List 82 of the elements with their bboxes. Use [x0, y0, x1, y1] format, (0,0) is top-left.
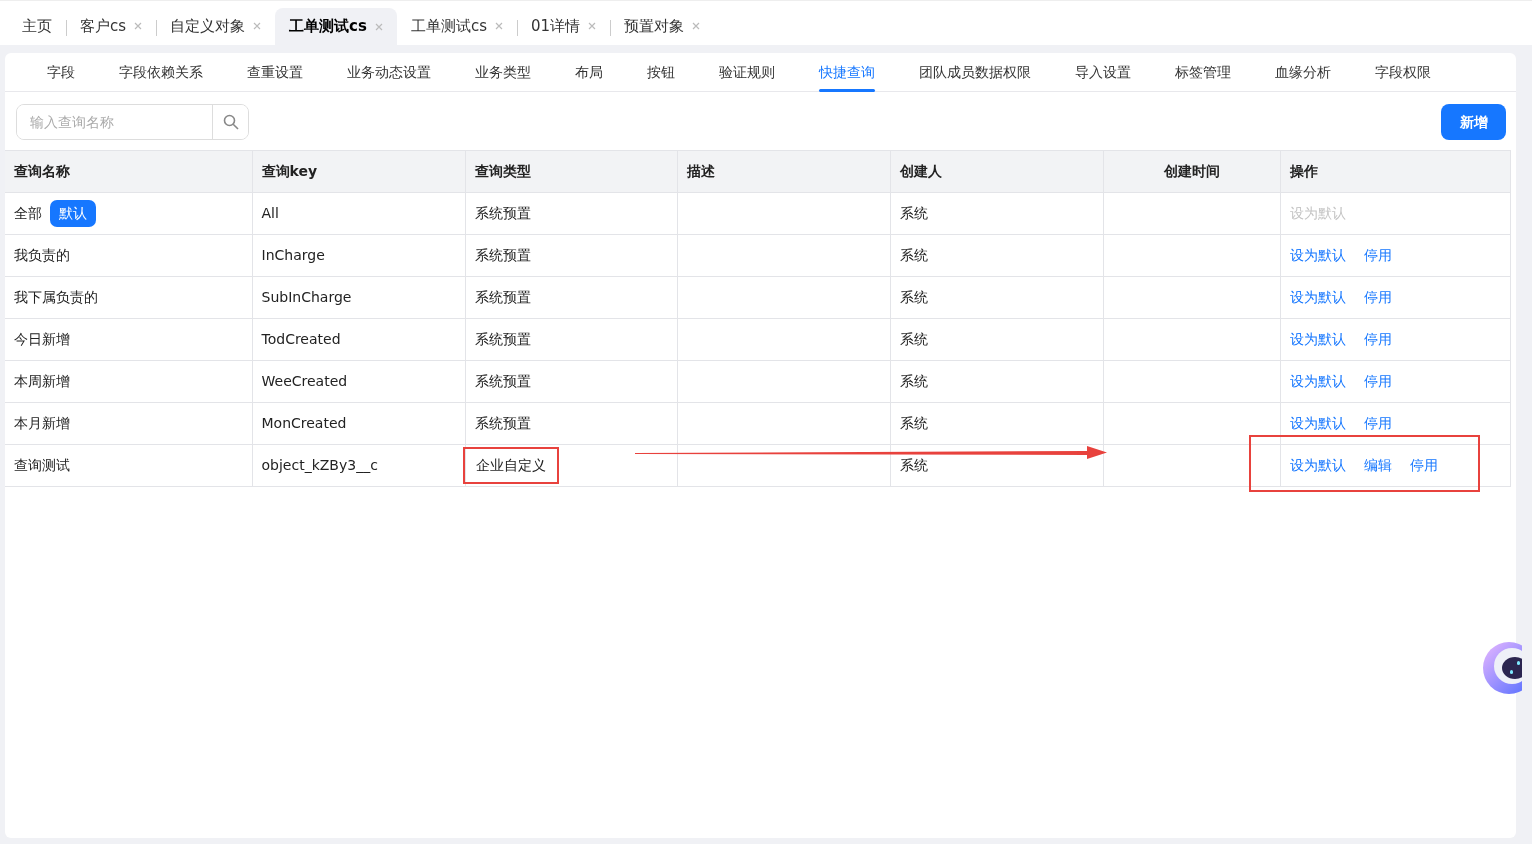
close-icon[interactable] — [494, 22, 503, 30]
table-cell: 系统预置 — [465, 276, 677, 319]
table-cell: 系统预置 — [465, 360, 677, 403]
page-tab[interactable]: 主页 — [8, 8, 66, 44]
table-cell: 系统 — [890, 444, 1103, 487]
table-cell: 系统 — [890, 276, 1103, 319]
settings-tab[interactable]: 标签管理 — [1153, 53, 1253, 91]
settings-tab[interactable]: 业务类型 — [453, 53, 553, 91]
table-cell: MonCreated — [252, 402, 465, 445]
query-name: 本周新增 — [14, 373, 70, 389]
settings-tab[interactable]: 团队成员数据权限 — [897, 53, 1053, 91]
add-button[interactable]: 新增 — [1441, 104, 1506, 140]
table-cell: 系统 — [890, 234, 1103, 277]
query-name: 全部 — [14, 205, 42, 221]
page-tab[interactable]: 工单测试cs — [275, 8, 397, 45]
action-link[interactable]: 设为默认 — [1289, 247, 1346, 263]
query-name: 我负责的 — [14, 247, 70, 263]
settings-tab[interactable]: 血缘分析 — [1253, 53, 1353, 91]
table-cell: 系统预置 — [465, 192, 677, 235]
settings-tab[interactable]: 查重设置 — [225, 53, 325, 91]
settings-tab[interactable]: 布局 — [553, 53, 625, 91]
default-tag: 默认 — [50, 200, 96, 227]
search-field[interactable]: 输入查询名称 — [16, 104, 249, 140]
action-link[interactable]: 设为默认 — [1289, 415, 1346, 431]
action-link[interactable]: 编辑 — [1363, 457, 1392, 473]
table-cell: object_kZBy3__c — [252, 444, 465, 487]
page-tab[interactable]: 自定义对象 — [156, 8, 276, 44]
table-cell: 系统 — [890, 360, 1103, 403]
table-cell: 系统预置 — [465, 318, 677, 361]
search-button[interactable] — [212, 105, 248, 139]
column-header: 创建时间 — [1103, 150, 1280, 193]
table-cell: 系统预置 — [465, 402, 677, 445]
action-link[interactable]: 停用 — [1363, 415, 1392, 431]
column-header: 操作 — [1280, 150, 1510, 193]
query-name: 我下属负责的 — [14, 289, 98, 305]
action-link[interactable]: 停用 — [1363, 331, 1392, 347]
table-cell: 系统预置 — [465, 234, 677, 277]
settings-tab[interactable]: 字段 — [25, 53, 97, 91]
action-link[interactable]: 设为默认 — [1289, 331, 1346, 347]
settings-tab[interactable]: 字段依赖关系 — [97, 53, 225, 91]
close-icon[interactable] — [374, 22, 383, 31]
query-name: 本月新增 — [14, 415, 70, 431]
table-cell: InCharge — [252, 234, 465, 277]
table-cell: All — [252, 192, 465, 235]
close-icon[interactable] — [692, 22, 701, 30]
settings-tab[interactable]: 快捷查询 — [797, 53, 897, 91]
settings-tab[interactable]: 验证规则 — [697, 53, 797, 91]
query-type: 企业自定义 — [462, 447, 559, 484]
close-icon[interactable] — [134, 22, 143, 30]
table-cell: TodCreated — [252, 318, 465, 361]
table-cell: 系统 — [890, 192, 1103, 235]
action-link: 设为默认 — [1289, 205, 1346, 221]
page-tab[interactable]: 客户cs — [66, 8, 157, 44]
column-header: 查询key — [252, 150, 465, 193]
table-cell: WeeCreated — [252, 360, 465, 403]
settings-tab[interactable]: 按钮 — [625, 53, 697, 91]
action-link[interactable]: 设为默认 — [1289, 457, 1346, 473]
action-link[interactable]: 停用 — [1363, 247, 1392, 263]
action-link[interactable]: 设为默认 — [1289, 373, 1346, 389]
action-link[interactable]: 停用 — [1409, 457, 1438, 473]
settings-tab[interactable]: 导入设置 — [1053, 53, 1153, 91]
table-cell: 系统 — [890, 402, 1103, 445]
page-tab[interactable]: 01详情 — [516, 8, 611, 44]
close-icon[interactable] — [253, 22, 262, 30]
page-tab[interactable]: 工单测试cs — [396, 8, 517, 44]
column-header: 创建人 — [890, 150, 1103, 193]
page-tab[interactable]: 预置对象 — [610, 8, 715, 44]
column-header: 查询名称 — [5, 150, 252, 193]
search-icon — [222, 114, 239, 130]
query-name: 查询测试 — [14, 457, 70, 473]
action-link[interactable]: 停用 — [1363, 289, 1392, 305]
action-link[interactable]: 设为默认 — [1289, 289, 1346, 305]
settings-tab[interactable]: 字段权限 — [1353, 53, 1453, 91]
settings-tab[interactable]: 业务动态设置 — [325, 53, 453, 91]
table-cell: SubInCharge — [252, 276, 465, 319]
table-cell: 系统 — [890, 318, 1103, 361]
column-header: 查询类型 — [465, 150, 677, 193]
column-header: 描述 — [677, 150, 890, 193]
close-icon[interactable] — [588, 22, 597, 30]
action-link[interactable]: 停用 — [1363, 373, 1392, 389]
assistant-robot-icon[interactable] — [1482, 641, 1522, 695]
query-name: 今日新增 — [14, 331, 70, 347]
